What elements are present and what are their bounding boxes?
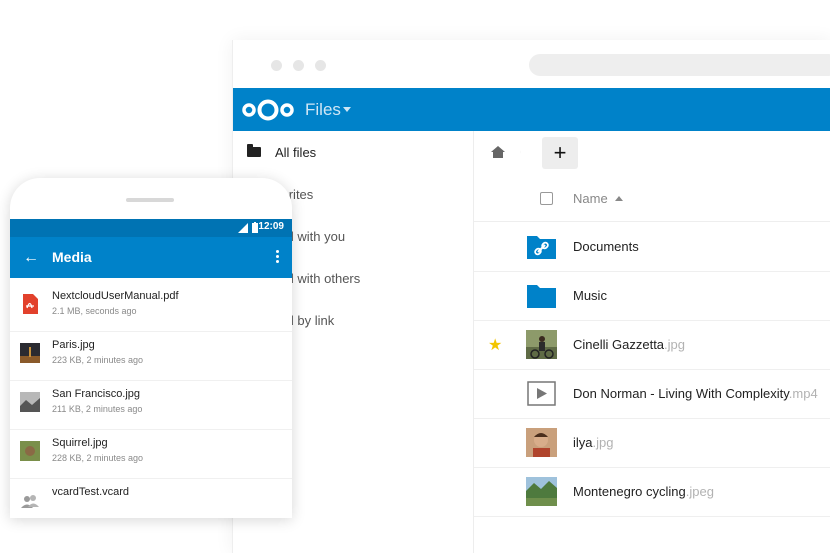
status-bar: 12:09 <box>10 219 292 237</box>
back-arrow-icon[interactable]: ← <box>23 249 39 267</box>
file-row[interactable]: Documents <box>474 222 830 272</box>
file-name: Cinelli Gazzetta.jpg <box>573 337 686 352</box>
phone-app-bar: ← Media <box>10 237 292 278</box>
file-name: Documents <box>573 239 639 254</box>
file-row[interactable]: Montenegro cycling.jpeg <box>474 467 830 517</box>
file-name: Montenegro cycling.jpeg <box>573 484 714 499</box>
file-name: NextcloudUserManual.pdf <box>52 290 179 302</box>
favorite-star-icon[interactable]: ★ <box>488 335 502 355</box>
status-time: 12:09 <box>258 221 284 232</box>
signal-icon <box>238 223 248 233</box>
chevron-down-icon[interactable] <box>343 107 351 112</box>
file-name: Paris.jpg <box>52 339 95 351</box>
file-list-area: + Name Documents Music ★ Cinelli Gazzett… <box>474 131 830 553</box>
app-header: Files <box>233 88 830 131</box>
home-icon[interactable] <box>490 145 506 159</box>
sidebar-item-label: All files <box>275 145 317 160</box>
file-meta: 223 KB, 2 minutes ago <box>52 355 144 365</box>
image-thumbnail <box>526 428 557 457</box>
file-meta: 2.1 MB, seconds ago <box>52 306 137 316</box>
file-meta: 211 KB, 2 minutes ago <box>52 404 143 414</box>
select-all-checkbox[interactable] <box>540 192 553 205</box>
video-icon <box>527 381 556 406</box>
address-bar[interactable] <box>529 54 830 76</box>
phone-speaker <box>126 198 174 202</box>
image-thumbnail <box>20 441 40 461</box>
window-dot <box>293 60 304 71</box>
folder-icon <box>527 285 556 308</box>
file-row[interactable]: Don Norman - Living With Complexity.mp4 <box>474 369 830 419</box>
window-dot <box>271 60 282 71</box>
file-name: Music <box>573 288 607 303</box>
list-item[interactable]: NextcloudUserManual.pdf 2.1 MB, seconds … <box>10 282 292 332</box>
pdf-icon <box>23 294 38 314</box>
breadcrumb-separator <box>520 150 521 154</box>
image-thumbnail <box>20 392 40 412</box>
image-thumbnail <box>20 343 40 363</box>
file-row[interactable]: Music <box>474 271 830 321</box>
battery-icon <box>252 222 258 233</box>
file-name: Don Norman - Living With Complexity.mp4 <box>573 386 818 401</box>
nextcloud-logo-icon[interactable] <box>241 98 295 122</box>
desktop-window: Files All files vorites red with you red… <box>232 40 830 553</box>
shared-folder-icon <box>527 236 556 259</box>
browser-chrome <box>233 40 830 88</box>
phone-device: 12:09 ← Media NextcloudUserManual.pdf 2.… <box>10 178 292 518</box>
new-file-button[interactable]: + <box>542 137 578 169</box>
file-name: vcardTest.vcard <box>52 486 130 498</box>
file-name: ilya.jpg <box>573 435 614 450</box>
app-menu-title[interactable]: Files <box>305 100 341 120</box>
contacts-icon <box>21 495 39 508</box>
more-options-icon[interactable] <box>276 250 280 264</box>
window-dot <box>315 60 326 71</box>
sidebar-item-all-files[interactable]: All files <box>233 131 473 173</box>
list-item[interactable]: San Francisco.jpg 211 KB, 2 minutes ago <box>10 380 292 430</box>
list-item[interactable]: Squirrel.jpg 228 KB, 2 minutes ago <box>10 429 292 479</box>
list-item[interactable]: vcardTest.vcard <box>10 478 292 518</box>
file-list-header: Name <box>474 175 830 222</box>
breadcrumb: + <box>474 131 830 173</box>
sort-by-name[interactable]: Name <box>573 191 608 206</box>
folder-icon <box>247 144 261 157</box>
file-meta: 228 KB, 2 minutes ago <box>52 453 144 463</box>
file-row[interactable]: ilya.jpg <box>474 418 830 468</box>
image-thumbnail <box>526 477 557 506</box>
sort-ascending-icon[interactable] <box>615 196 623 201</box>
file-name: San Francisco.jpg <box>52 388 141 400</box>
file-row[interactable]: ★ Cinelli Gazzetta.jpg <box>474 320 830 370</box>
list-item[interactable]: Paris.jpg 223 KB, 2 minutes ago <box>10 331 292 381</box>
file-name: Squirrel.jpg <box>52 437 108 449</box>
page-title: Media <box>52 249 92 265</box>
image-thumbnail <box>526 330 557 359</box>
